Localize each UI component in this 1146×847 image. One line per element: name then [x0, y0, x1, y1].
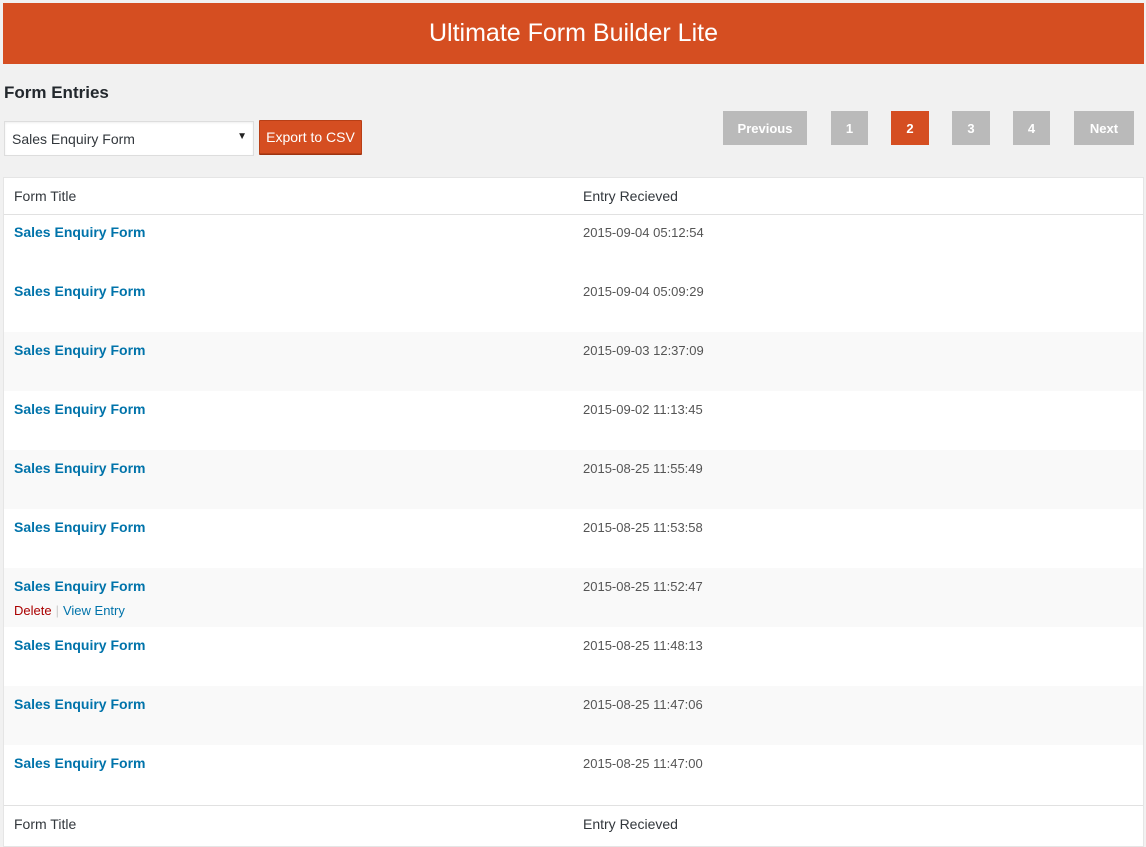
column-header-entry-received[interactable]: Entry Recieved [583, 188, 678, 204]
page-1-button[interactable]: 1 [831, 111, 868, 145]
table-row: Sales Enquiry Form 2015-09-03 12:37:09 [4, 332, 1143, 391]
next-page-button[interactable]: Next [1074, 111, 1134, 145]
page-4-button[interactable]: 4 [1013, 111, 1050, 145]
table-footer: Form Title Entry Recieved [4, 805, 1143, 842]
table-row: Sales Enquiry Form 2015-08-25 11:52:47 D… [4, 568, 1143, 627]
entry-date: 2015-08-25 11:52:47 [583, 579, 703, 594]
chevron-down-icon: ▼ [237, 131, 247, 142]
table-row: Sales Enquiry Form 2015-09-04 05:12:54 [4, 214, 1143, 273]
entry-title-link[interactable]: Sales Enquiry Form [14, 755, 145, 771]
entry-date: 2015-09-04 05:09:29 [583, 284, 704, 299]
entry-title-link[interactable]: Sales Enquiry Form [14, 224, 145, 240]
page-2-button[interactable]: 2 [891, 111, 929, 145]
delete-entry-link[interactable]: Delete [14, 603, 52, 618]
page-3-button[interactable]: 3 [952, 111, 990, 145]
entry-date: 2015-08-25 11:48:13 [583, 638, 703, 653]
entries-table: Form Title Entry Recieved Sales Enquiry … [3, 177, 1144, 847]
row-actions-separator: | [55, 603, 59, 618]
entry-date: 2015-08-25 11:47:06 [583, 697, 703, 712]
entry-title-link[interactable]: Sales Enquiry Form [14, 342, 145, 358]
row-actions: Delete | View Entry [14, 603, 125, 618]
table-row: Sales Enquiry Form 2015-09-02 11:13:45 [4, 391, 1143, 450]
table-row: Sales Enquiry Form 2015-08-25 11:48:13 [4, 627, 1143, 686]
entry-title-link[interactable]: Sales Enquiry Form [14, 460, 145, 476]
entry-date: 2015-08-25 11:47:00 [583, 756, 703, 771]
view-entry-link[interactable]: View Entry [63, 603, 125, 618]
table-row: Sales Enquiry Form 2015-08-25 11:47:00 [4, 745, 1143, 804]
form-select[interactable]: Sales Enquiry Form ▼ [4, 121, 254, 156]
entry-title-link[interactable]: Sales Enquiry Form [14, 696, 145, 712]
column-header-form-title[interactable]: Form Title [14, 188, 76, 204]
entry-date: 2015-09-02 11:13:45 [583, 402, 703, 417]
column-footer-entry-received[interactable]: Entry Recieved [583, 816, 678, 832]
export-csv-button[interactable]: Export to CSV [259, 120, 362, 154]
entry-date: 2015-08-25 11:55:49 [583, 461, 703, 476]
previous-page-button[interactable]: Previous [723, 111, 807, 145]
entry-title-link[interactable]: Sales Enquiry Form [14, 519, 145, 535]
table-row: Sales Enquiry Form 2015-08-25 11:55:49 [4, 450, 1143, 509]
entry-date: 2015-08-25 11:53:58 [583, 520, 703, 535]
column-footer-form-title[interactable]: Form Title [14, 816, 76, 832]
app-title-banner: Ultimate Form Builder Lite [3, 3, 1144, 64]
table-row: Sales Enquiry Form 2015-09-04 05:09:29 [4, 273, 1143, 332]
page-title: Form Entries [4, 83, 109, 102]
entry-date: 2015-09-03 12:37:09 [583, 343, 704, 358]
entry-title-link[interactable]: Sales Enquiry Form [14, 401, 145, 417]
table-header: Form Title Entry Recieved [4, 178, 1143, 215]
entry-title-link[interactable]: Sales Enquiry Form [14, 637, 145, 653]
form-select-value: Sales Enquiry Form [12, 130, 135, 147]
table-row: Sales Enquiry Form 2015-08-25 11:47:06 [4, 686, 1143, 745]
entry-title-link[interactable]: Sales Enquiry Form [14, 283, 145, 299]
entry-title-link[interactable]: Sales Enquiry Form [14, 578, 145, 594]
app-title: Ultimate Form Builder Lite [429, 19, 718, 47]
table-row: Sales Enquiry Form 2015-08-25 11:53:58 [4, 509, 1143, 568]
entry-date: 2015-09-04 05:12:54 [583, 225, 704, 240]
